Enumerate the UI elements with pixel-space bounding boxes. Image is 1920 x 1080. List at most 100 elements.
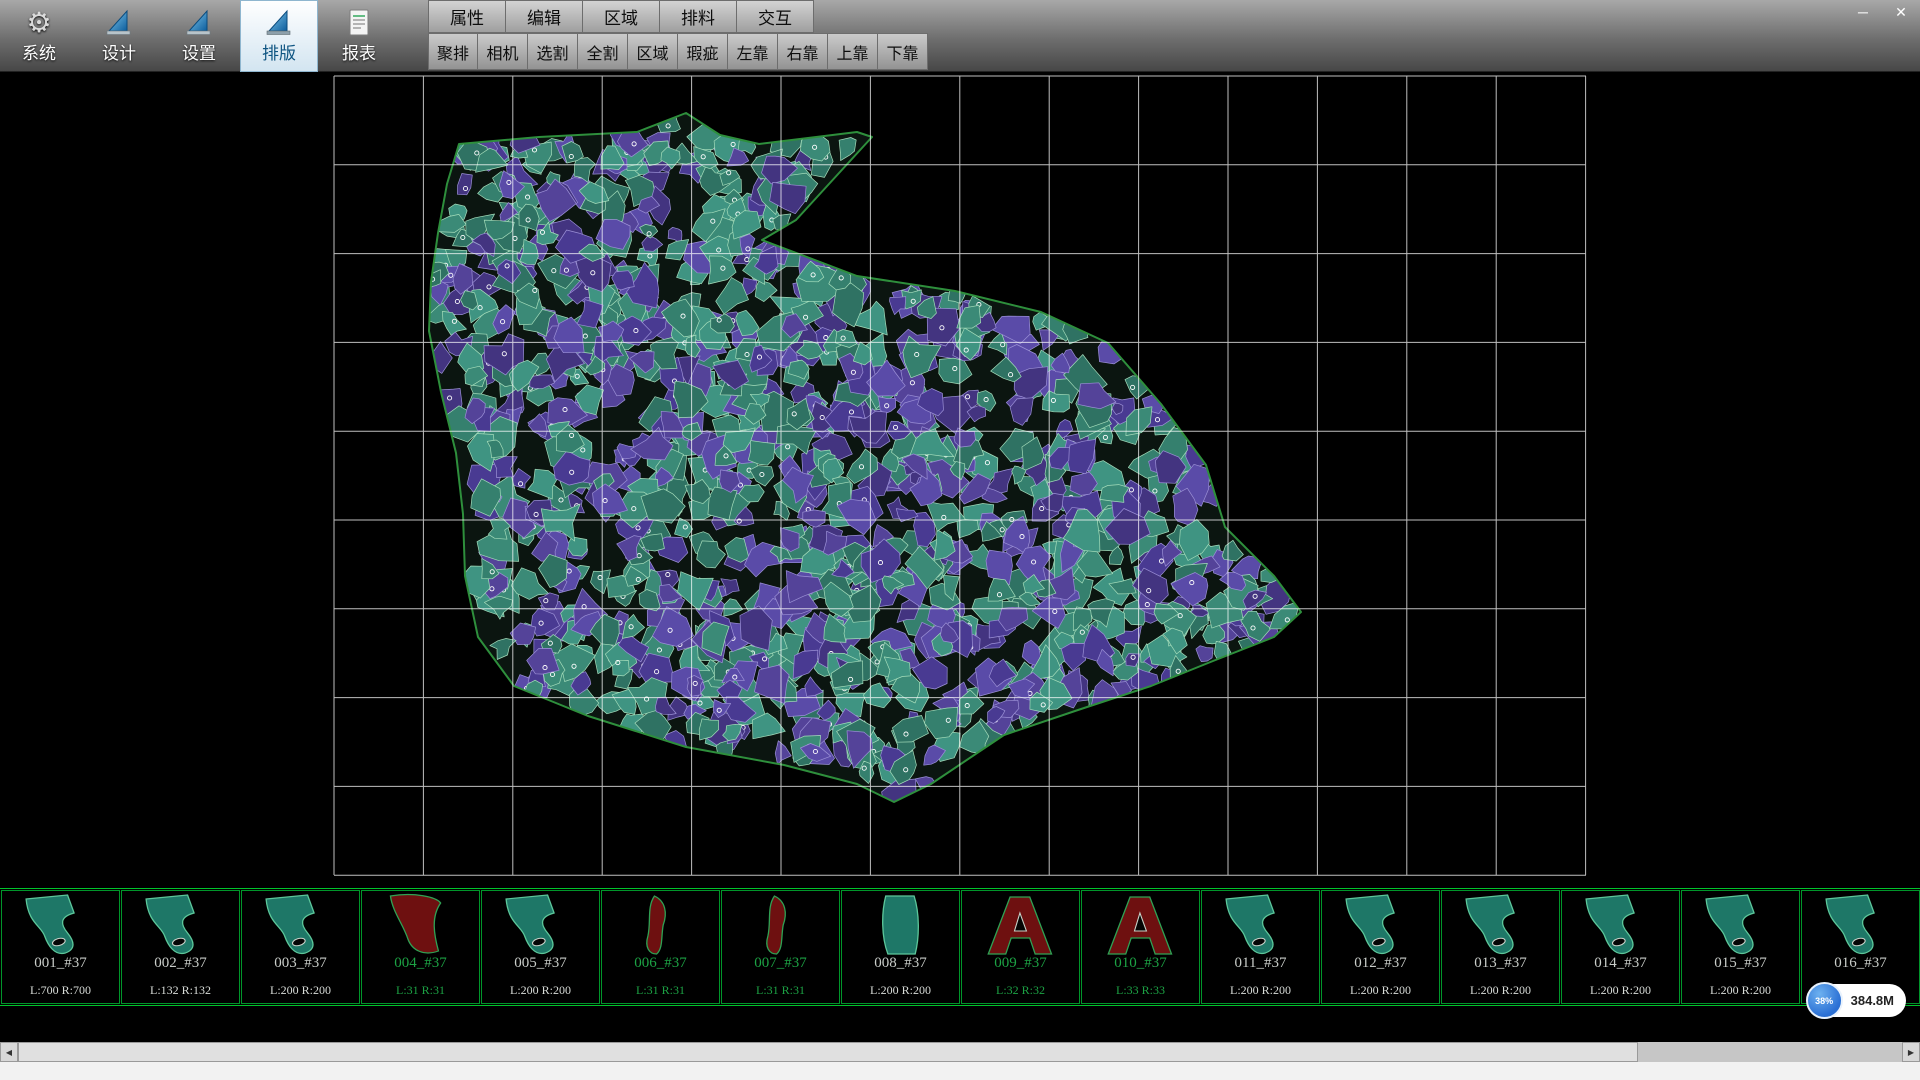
part-counts: L:132 R:132 [122, 983, 239, 998]
app-button-nesting-label: 排版 [262, 39, 296, 64]
menu-tab-row: 属性编辑区域排料交互 [428, 0, 814, 33]
part-name: 013_#37 [1442, 955, 1559, 972]
part-shape [493, 893, 589, 957]
part-name: 014_#37 [1562, 955, 1679, 972]
part-name: 012_#37 [1322, 955, 1439, 972]
scrollbar-thumb[interactable] [18, 1042, 1638, 1062]
nesting-canvas[interactable] [0, 72, 1920, 888]
part-shape [973, 893, 1069, 957]
part-counts: L:200 R:200 [1202, 983, 1319, 998]
part-thumbnail[interactable]: 005_#37 L:200 R:200 [481, 890, 600, 1004]
gear-icon: ⚙ [26, 8, 51, 38]
menu-tab-区域[interactable]: 区域 [583, 0, 660, 33]
part-thumbnail[interactable]: 012_#37 L:200 R:200 [1321, 890, 1440, 1004]
part-counts: L:200 R:200 [482, 983, 599, 998]
app-button-system-label: 系统 [22, 39, 56, 64]
part-thumbnail[interactable]: 002_#37 L:132 R:132 [121, 890, 240, 1004]
status-memory-pill: 38% 384.8M [1809, 984, 1906, 1017]
part-shape [373, 893, 469, 957]
part-thumbnail[interactable]: 001_#37L:700 R:700 [1, 890, 120, 1004]
part-counts: L:33 R:33 [1082, 983, 1199, 998]
part-thumbnail[interactable]: 003_#37 L:200 R:200 [241, 890, 360, 1004]
part-name: 008_#37 [842, 955, 959, 972]
part-counts: L:200 R:200 [1322, 983, 1439, 998]
part-name: 002_#37 [122, 955, 239, 972]
scroll-right-arrow[interactable]: ▶ [1902, 1042, 1920, 1062]
part-thumbnail[interactable]: 006_#37 L:31 R:31 [601, 890, 720, 1004]
tool-button-瑕疵[interactable]: 瑕疵 [678, 33, 728, 70]
horizontal-scrollbar[interactable]: ◀ ▶ [0, 1042, 1920, 1062]
memory-usage-label: 384.8M [1851, 993, 1894, 1008]
part-thumbnail[interactable]: 008_#37 L:200 R:200 [841, 890, 960, 1004]
part-shape [133, 893, 229, 957]
app-button-system[interactable]: ⚙ 系统 [0, 0, 78, 72]
settings-icon [184, 8, 214, 38]
part-thumbnail[interactable]: 011_#37 L:200 R:200 [1201, 890, 1320, 1004]
part-shape [613, 893, 709, 957]
part-counts: L:200 R:200 [1562, 983, 1679, 998]
canvas-area [0, 72, 1920, 888]
app-button-design[interactable]: 设计 [80, 0, 158, 72]
app-button-settings[interactable]: 设置 [160, 0, 238, 72]
part-counts: L:200 R:200 [242, 983, 359, 998]
part-shape [13, 893, 109, 957]
part-shape [1093, 893, 1189, 957]
part-shape [853, 893, 949, 957]
part-counts: L:200 R:200 [1682, 983, 1799, 998]
tool-button-相机[interactable]: 相机 [478, 33, 528, 70]
part-name: 010_#37 [1082, 955, 1199, 972]
part-shape [1813, 893, 1909, 957]
part-thumbnail[interactable]: 009_#37 L:32 R:32 [961, 890, 1080, 1004]
part-name: 009_#37 [962, 955, 1079, 972]
menu-tab-属性[interactable]: 属性 [428, 0, 506, 33]
parts-strip: 001_#37L:700 R:700002_#37 L:132 R:132003_… [0, 888, 1920, 1006]
scroll-left-arrow[interactable]: ◀ [0, 1042, 18, 1062]
app-button-report-label: 报表 [342, 39, 376, 64]
tool-button-上靠[interactable]: 上靠 [828, 33, 878, 70]
part-shape [1453, 893, 1549, 957]
part-name: 007_#37 [722, 955, 839, 972]
tool-button-左靠[interactable]: 左靠 [728, 33, 778, 70]
part-thumbnail[interactable]: 013_#37 L:200 R:200 [1441, 890, 1560, 1004]
tool-button-右靠[interactable]: 右靠 [778, 33, 828, 70]
nesting-icon [264, 8, 294, 38]
part-thumbnail[interactable]: 014_#37 L:200 R:200 [1561, 890, 1680, 1004]
tool-button-聚排[interactable]: 聚排 [428, 33, 478, 70]
close-button[interactable]: ✕ [1888, 2, 1914, 22]
part-counts: L:32 R:32 [962, 983, 1079, 998]
part-thumbnail[interactable]: 010_#37 L:33 R:33 [1081, 890, 1200, 1004]
part-counts: L:31 R:31 [602, 983, 719, 998]
tool-button-row: 聚排相机选割全割区域瑕疵左靠右靠上靠下靠 [428, 33, 928, 70]
menu-tab-交互[interactable]: 交互 [737, 0, 814, 33]
part-shape [1693, 893, 1789, 957]
part-name: 006_#37 [602, 955, 719, 972]
tool-button-全割[interactable]: 全割 [578, 33, 628, 70]
part-name: 005_#37 [482, 955, 599, 972]
menu-tab-排料[interactable]: 排料 [660, 0, 737, 33]
app-button-design-label: 设计 [102, 39, 136, 64]
part-shape [1333, 893, 1429, 957]
part-name: 003_#37 [242, 955, 359, 972]
part-name: 016_#37 [1802, 955, 1919, 972]
app-button-report[interactable]: 报表 [320, 0, 398, 72]
part-thumbnail[interactable]: 004_#37L:31 R:31 [361, 890, 480, 1004]
part-thumbnail[interactable]: 007_#37 L:31 R:31 [721, 890, 840, 1004]
part-counts: L:200 R:200 [842, 983, 959, 998]
part-name: 001_#37 [2, 955, 119, 972]
part-shape [1213, 893, 1309, 957]
part-thumbnail[interactable]: 015_#37L:200 R:200 [1681, 890, 1800, 1004]
tool-button-选割[interactable]: 选割 [528, 33, 578, 70]
tool-button-下靠[interactable]: 下靠 [878, 33, 928, 70]
part-name: 011_#37 [1202, 955, 1319, 972]
progress-ring: 38% [1806, 982, 1843, 1019]
app-button-nesting[interactable]: 排版 [240, 0, 318, 72]
design-icon [104, 8, 134, 38]
report-icon [346, 8, 372, 38]
part-counts: L:200 R:200 [1442, 983, 1559, 998]
part-shape [1573, 893, 1669, 957]
part-counts: L:31 R:31 [722, 983, 839, 998]
tool-button-区域[interactable]: 区域 [628, 33, 678, 70]
menu-tab-编辑[interactable]: 编辑 [506, 0, 583, 33]
minimize-button[interactable]: ─ [1850, 2, 1876, 22]
application-window: ⚙ 系统 设计 设置 排版 [0, 0, 1920, 1080]
